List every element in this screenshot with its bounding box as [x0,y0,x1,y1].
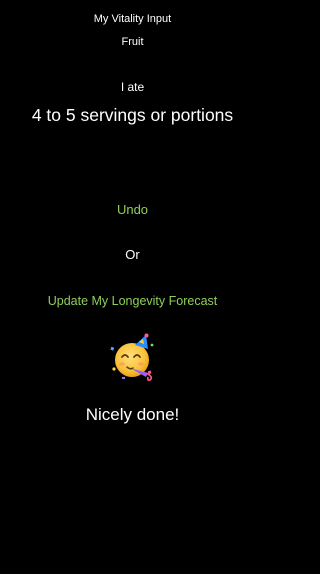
entry-prefix: I ate [120,80,145,94]
entry-value: 4 to 5 servings or portions [31,105,234,125]
page-title: My Vitality Input [93,13,172,25]
success-message: Nicely done! [85,405,180,424]
or-separator: Or [125,247,140,262]
partying-face-icon [108,333,158,383]
undo-button[interactable]: Undo [0,201,265,219]
category-label: Fruit [121,36,144,48]
update-forecast-button[interactable]: Update My Longevity Forecast [0,292,265,310]
